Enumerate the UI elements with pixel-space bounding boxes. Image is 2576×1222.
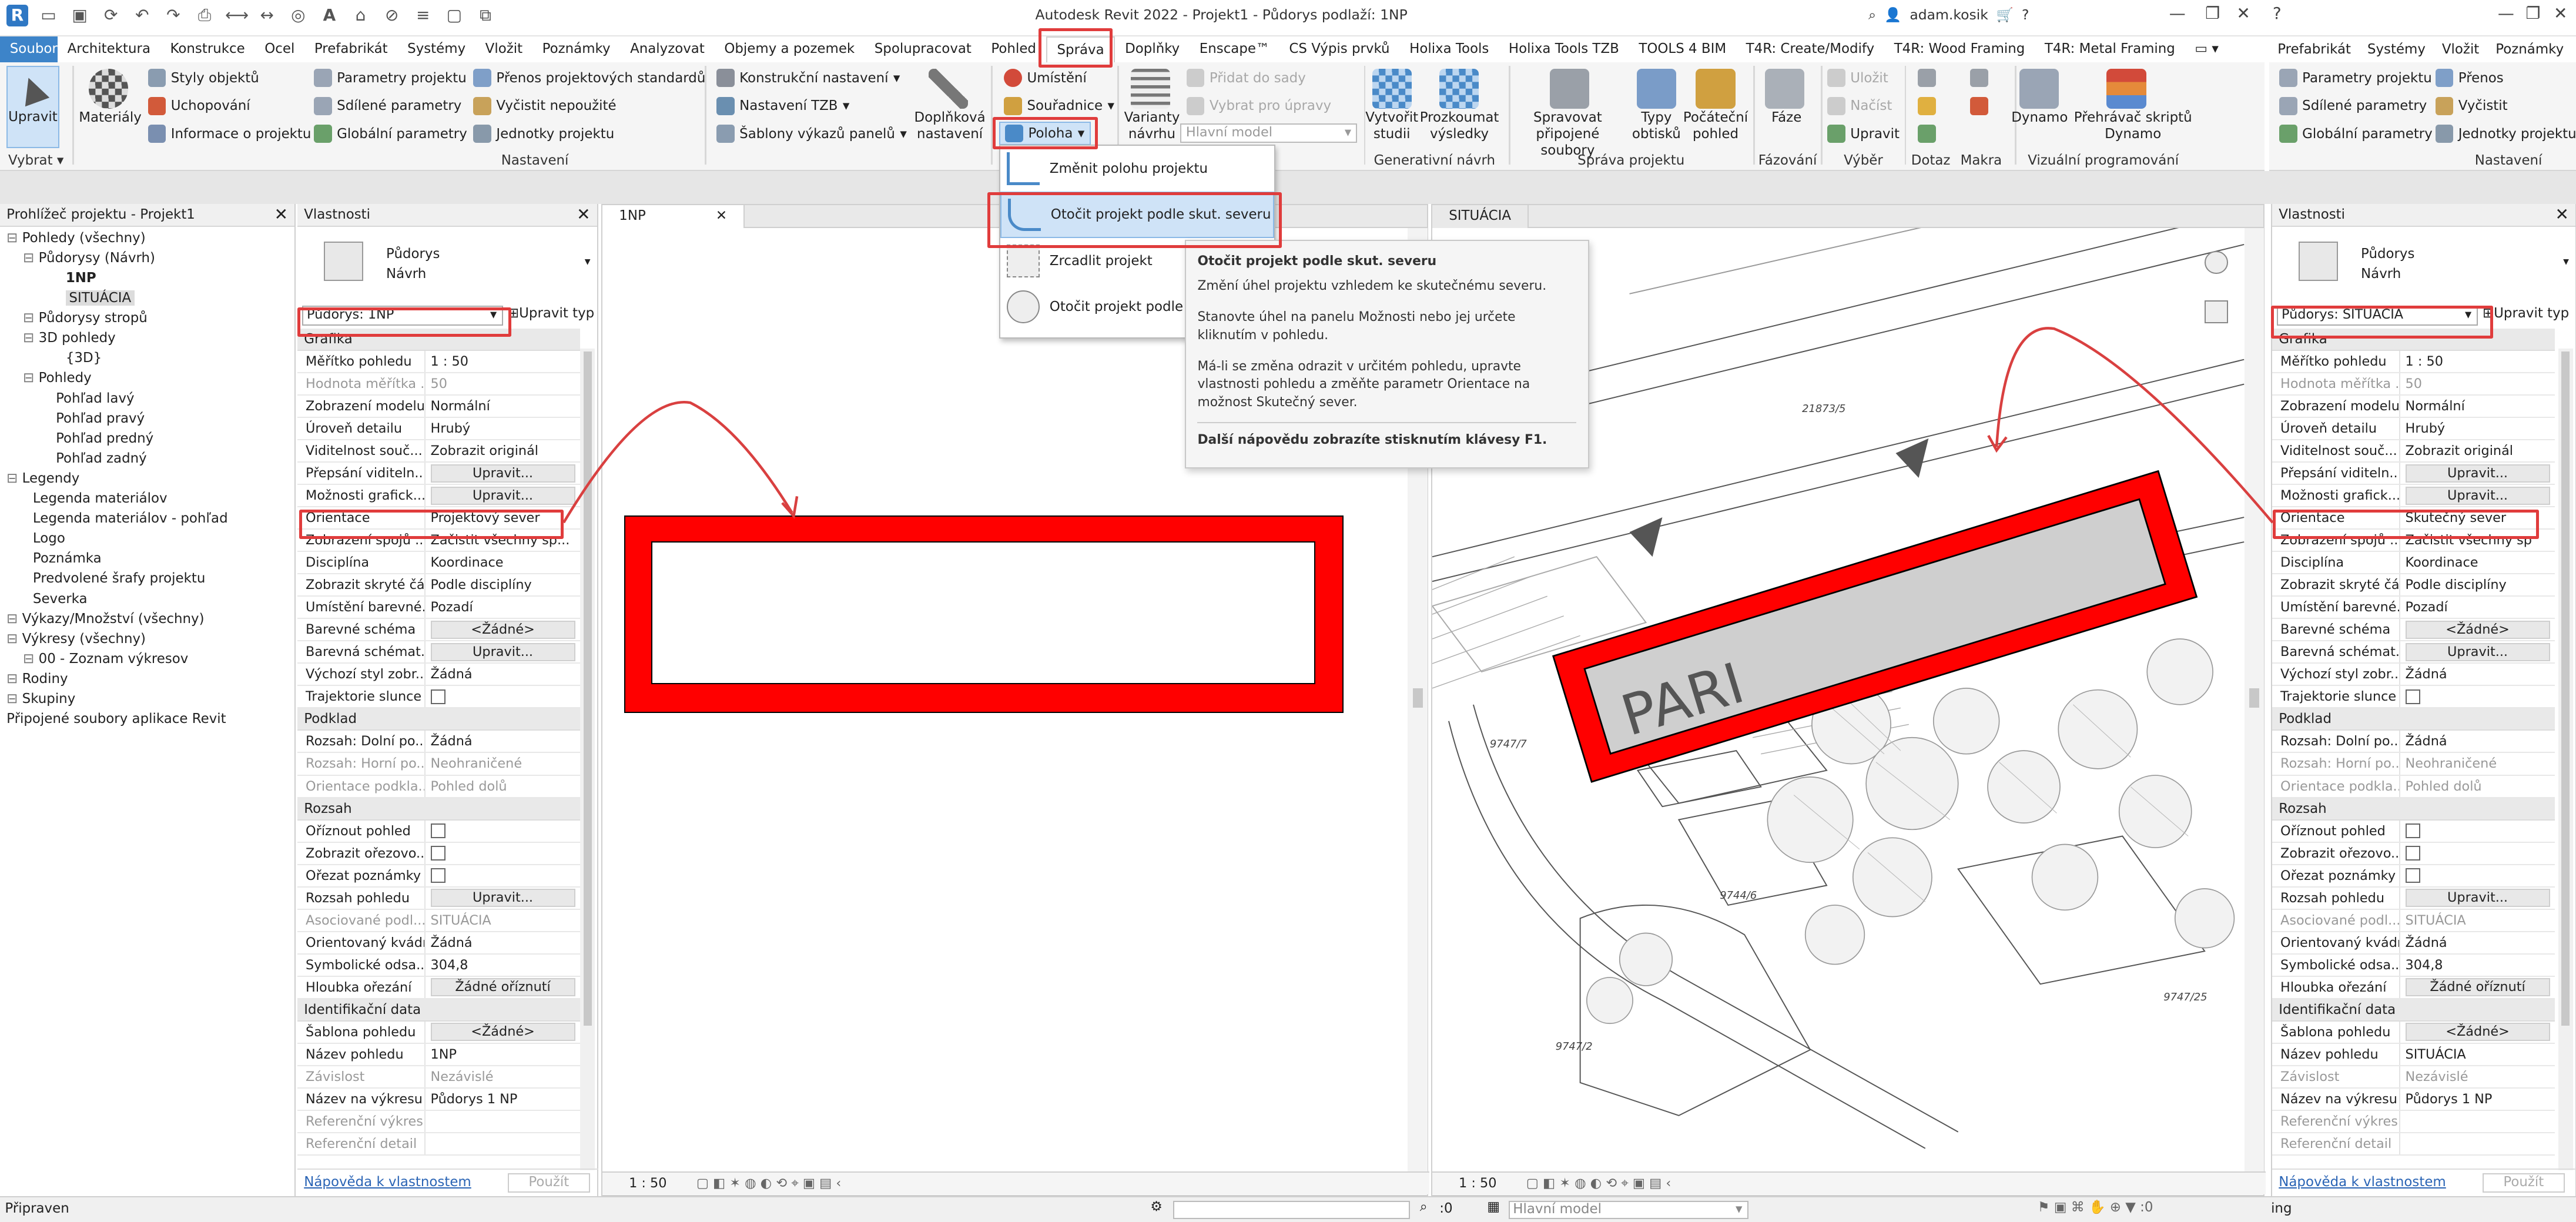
status-text: Připraven (5, 1201, 69, 1217)
selection-filter-icons[interactable]: ⚑ ▣ ⌘ ✋ ⊕ ▼ :0 (2038, 1199, 2153, 1215)
revit-window: R ▭ ▣ ⟳ ↶ ↷ ⎙ ⟷ ↔ ◎ A ⌂ ⊘ ≡ ▢ ⧉ Autodesk… (0, 0, 2576, 1222)
coordinate-readout: :0 (1439, 1201, 1453, 1217)
annotation-arrows (562, 327, 2274, 524)
worksets-select[interactable] (1173, 1201, 1410, 1219)
status-bar: Připraven ⚙ ⌕ :0 ▦ Hlavní model ▾ ⚑ ▣ ⌘ ✋… (0, 1196, 2576, 1222)
main-model-status-select[interactable]: Hlavní model ▾ (1508, 1201, 1748, 1219)
editable-icon[interactable]: ⌕ (1420, 1199, 1428, 1214)
status-right-text: ing (2271, 1201, 2292, 1217)
worksets-icon[interactable]: ⚙ (1150, 1199, 1163, 1214)
model-icon[interactable]: ▦ (1487, 1199, 1500, 1214)
